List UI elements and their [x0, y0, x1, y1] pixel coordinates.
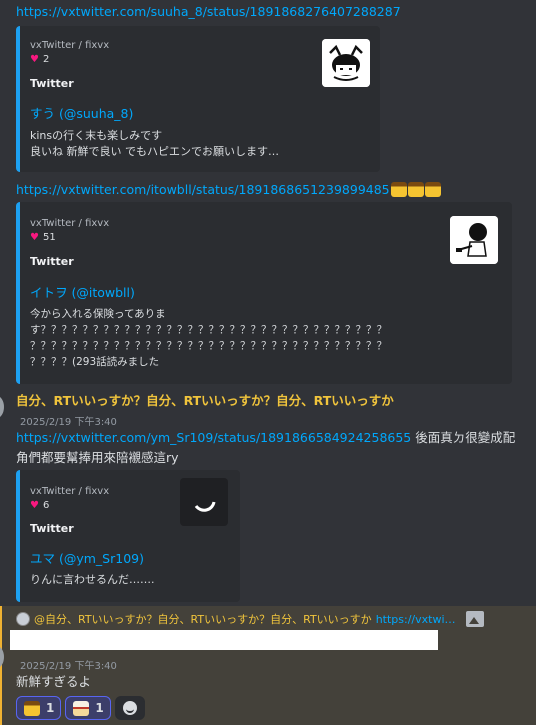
reaction-pudding[interactable]: 1	[16, 696, 62, 720]
embed-likes: ♥ 6	[30, 500, 49, 511]
embed-thumbnail[interactable]	[450, 216, 498, 264]
reply-link[interactable]: https://vxtwi…	[376, 613, 456, 626]
pudding-emoji	[24, 700, 40, 716]
reaction-count: 1	[95, 701, 104, 715]
tweet-link-2[interactable]: https://vxtwitter.com/itowbll/status/189…	[16, 182, 390, 197]
message-2-line: https://vxtwitter.com/itowbll/status/189…	[16, 182, 441, 197]
likes-count: 6	[42, 500, 50, 511]
reply-text: @自分、RTいいっすか？自分、RTいいっすか？自分、RTいいっすか	[34, 613, 372, 626]
embed-author[interactable]: イトヲ (@itowbll)	[30, 282, 135, 301]
embed-source: Twitter	[30, 522, 74, 535]
embed-description: 今から入れる保険ってありま す？？？？？？？？？？？？？？？？？？？？？？？？？…	[30, 308, 387, 368]
pudding-emoji	[424, 182, 441, 197]
mention-text: 自分、RTいいっすか？自分、RTいいっすか？自分、RTいいっすか	[16, 393, 394, 408]
heart-icon: ♥	[30, 500, 39, 511]
image-icon	[465, 611, 484, 627]
avatar[interactable]	[0, 396, 4, 418]
embed-author[interactable]: すう (@suuha_8)	[30, 103, 133, 122]
add-reaction-icon	[122, 701, 137, 715]
heart-icon: ♥	[30, 232, 39, 243]
message-text: 後面真ㄉ很變成配	[411, 430, 516, 445]
tweet-link-3[interactable]: https://vxtwitter.com/ym_Sr109/status/18…	[16, 430, 411, 445]
embed-likes: ♥ 2	[30, 54, 49, 65]
pudding-emoji	[407, 182, 424, 197]
embed-likes: ♥ 51	[30, 232, 56, 243]
message-text-line2: 角們都要幫捧用來陪襯感這ry	[16, 450, 179, 465]
reaction-count: 1	[46, 701, 55, 715]
add-reaction-button[interactable]	[114, 696, 145, 720]
embed-thumbnail[interactable]	[180, 478, 228, 526]
embed-source: Twitter	[30, 77, 74, 90]
message-text: 新鮮すぎるよ	[16, 674, 92, 689]
reply-avatar	[16, 612, 30, 626]
tweet-embed-3: vxTwitter / fixvx ♥ 6 Twitter ユマ (@ym_Sr…	[16, 470, 240, 602]
likes-count: 51	[42, 232, 56, 243]
embed-source: Twitter	[30, 255, 74, 268]
tweet-link-1[interactable]: https://vxtwitter.com/suuha_8/status/189…	[16, 4, 401, 19]
reactions-bar: 1 1	[16, 696, 145, 720]
redacted-bar	[10, 630, 438, 650]
embed-thumbnail[interactable]	[322, 39, 370, 87]
embed-author[interactable]: ユマ (@ym_Sr109)	[30, 548, 144, 567]
reaction-cake[interactable]: 1	[65, 696, 111, 720]
embed-description: kinsの行く末も楽しみです 良いね 新鮮で良い でもハピエンでお願いします…	[30, 129, 279, 158]
embed-provider[interactable]: vxTwitter / fixvx	[30, 40, 109, 51]
cake-emoji	[73, 700, 90, 716]
embed-provider[interactable]: vxTwitter / fixvx	[30, 218, 109, 229]
timestamp: 2025/2/19 下午3:40	[20, 417, 117, 428]
reply-reference[interactable]: @自分、RTいいっすか？自分、RTいいっすか？自分、RTいいっすか https:…	[16, 611, 484, 627]
tweet-embed-2: vxTwitter / fixvx ♥ 51 Twitter イトヲ (@ito…	[16, 202, 512, 384]
pudding-emoji	[390, 182, 407, 197]
embed-description: りんに言わせるんだ…….	[30, 573, 155, 586]
likes-count: 2	[42, 54, 50, 65]
embed-provider[interactable]: vxTwitter / fixvx	[30, 486, 109, 497]
message-3-line: https://vxtwitter.com/ym_Sr109/status/18…	[16, 428, 526, 448]
timestamp: 2025/2/19 下午3:40	[20, 661, 117, 672]
tweet-embed-1: vxTwitter / fixvx ♥ 2 Twitter すう (@suuha…	[16, 26, 380, 172]
heart-icon: ♥	[30, 54, 39, 65]
